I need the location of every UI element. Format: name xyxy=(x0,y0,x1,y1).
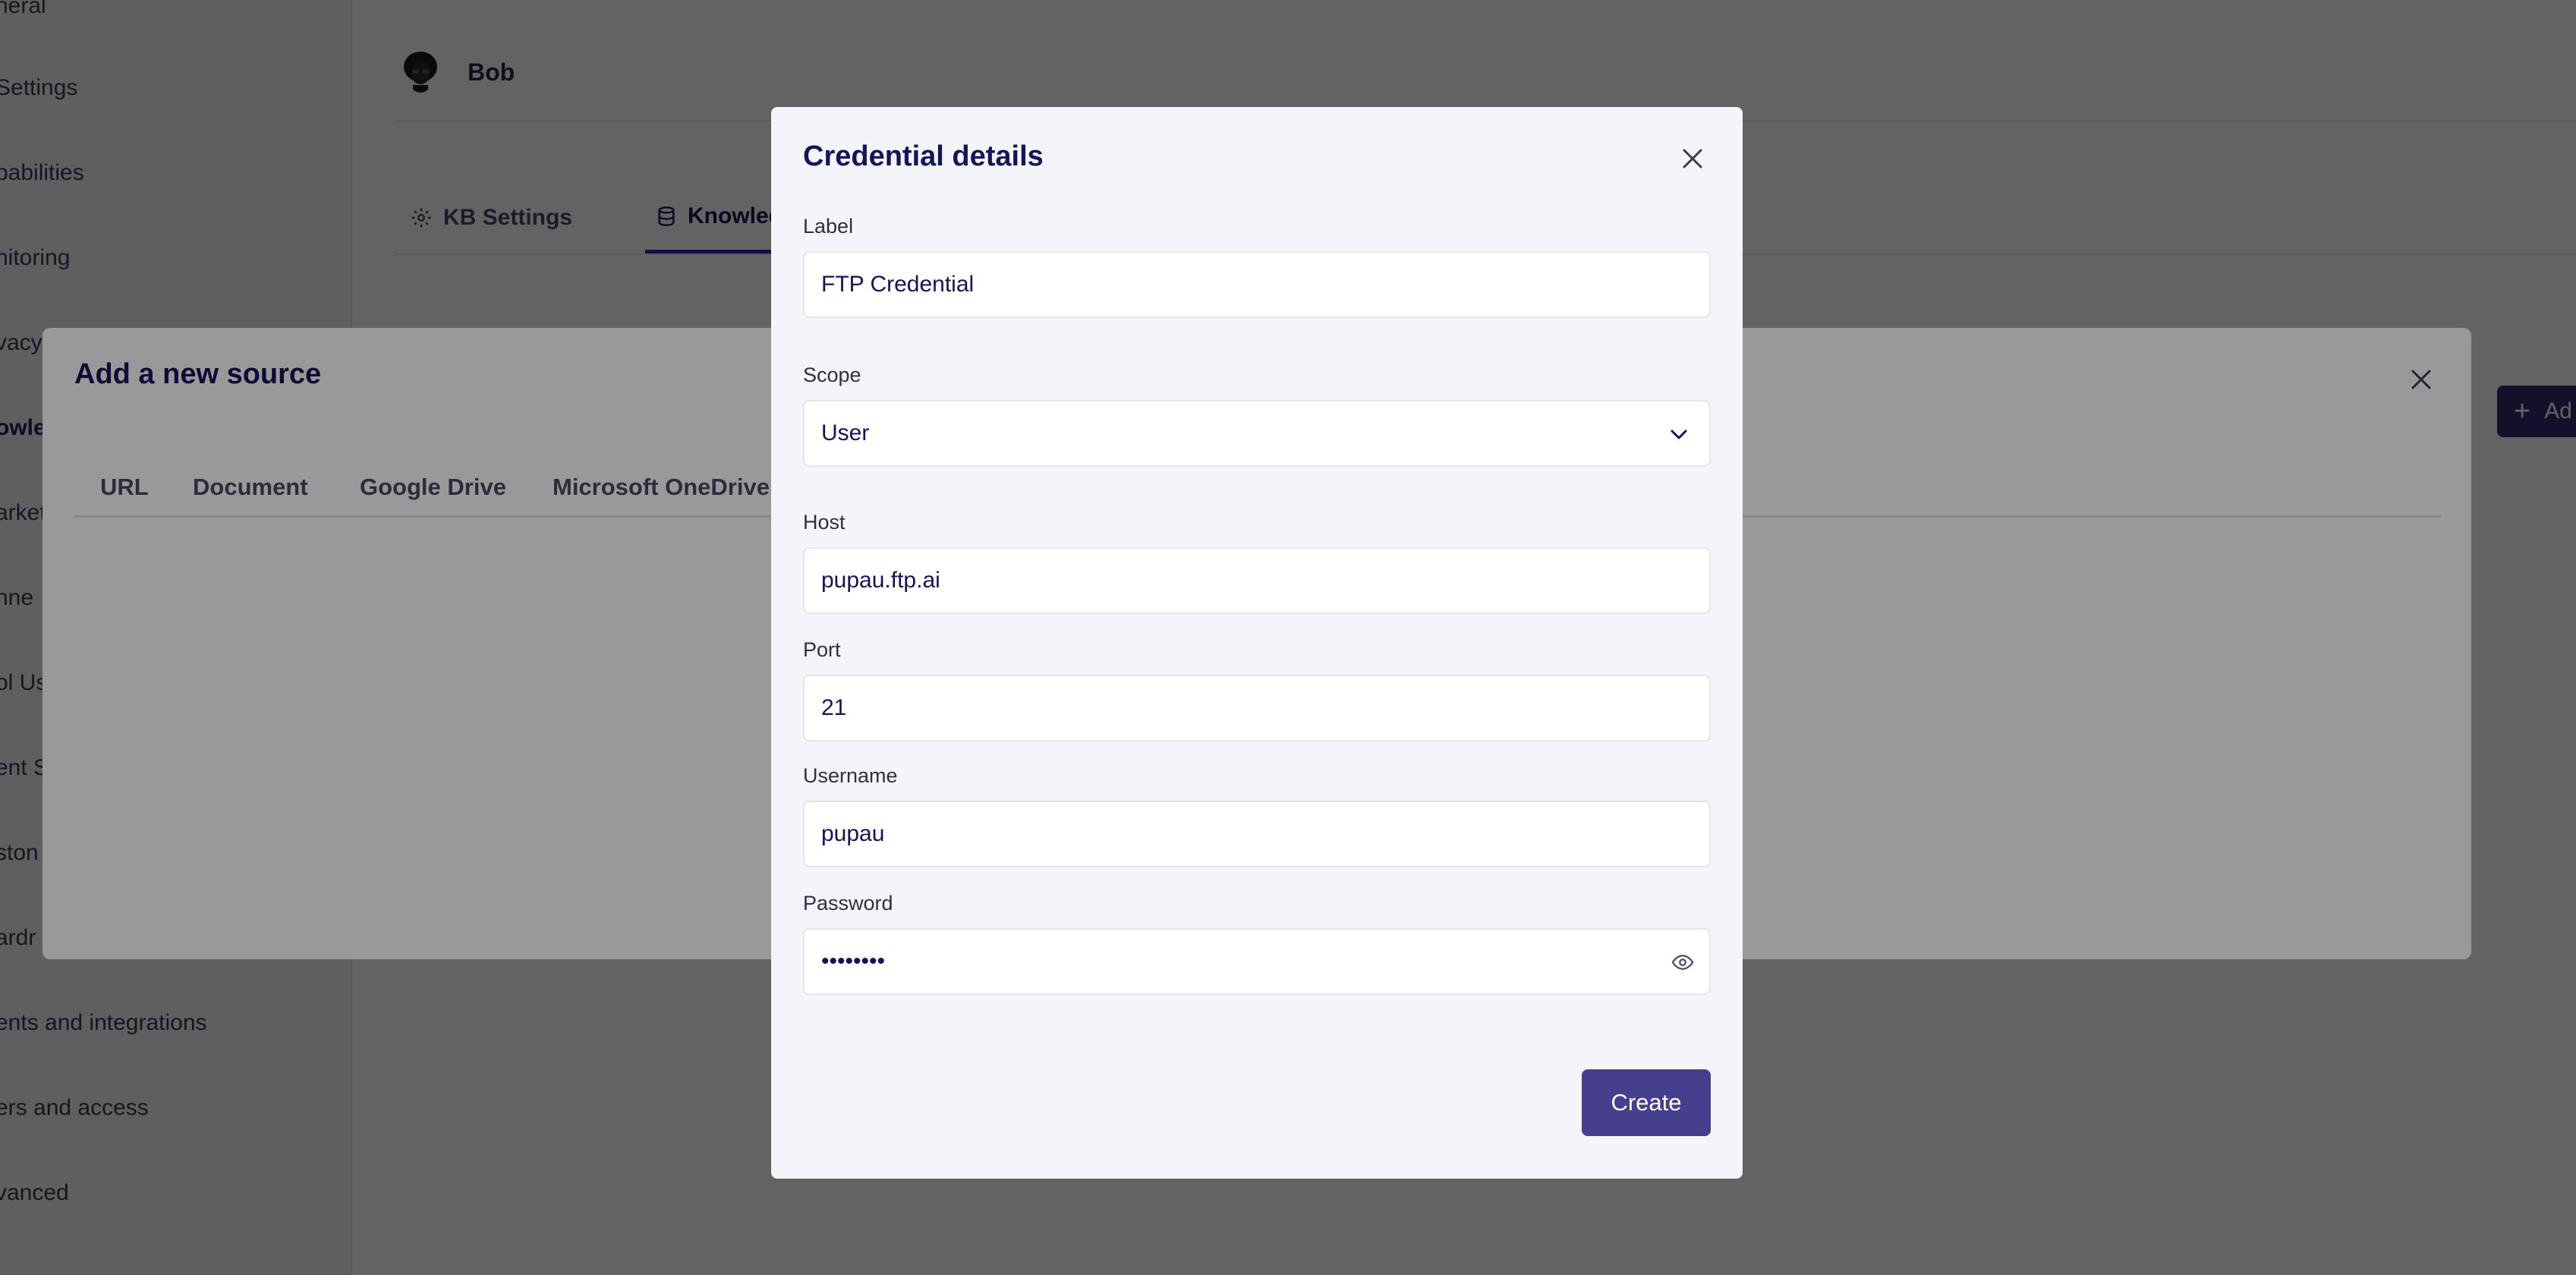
eye-icon[interactable] xyxy=(1671,951,1694,974)
port-input[interactable]: 21 xyxy=(803,675,1711,741)
password-field-label: Password xyxy=(803,892,893,915)
host-field-label: Host xyxy=(803,511,846,534)
close-icon[interactable] xyxy=(1680,146,1705,171)
password-value: •••••••• xyxy=(821,949,886,974)
scope-select-value: User xyxy=(821,420,870,445)
port-field-label: Port xyxy=(803,638,841,661)
username-field-label: Username xyxy=(803,764,898,787)
credential-modal: Credential details Label FTP Credential … xyxy=(771,107,1743,1179)
create-button[interactable]: Create xyxy=(1582,1069,1711,1136)
password-input[interactable]: •••••••• xyxy=(803,928,1711,995)
scope-select[interactable]: User xyxy=(803,400,1711,467)
username-input[interactable]: pupau xyxy=(803,801,1711,867)
label-field-label: Label xyxy=(803,215,854,238)
host-input[interactable]: pupau.ftp.ai xyxy=(803,547,1711,614)
chevron-down-icon xyxy=(1671,430,1687,439)
credential-modal-title: Credential details xyxy=(803,140,1044,172)
scope-field-label: Scope xyxy=(803,364,861,386)
label-input[interactable]: FTP Credential xyxy=(803,251,1711,318)
